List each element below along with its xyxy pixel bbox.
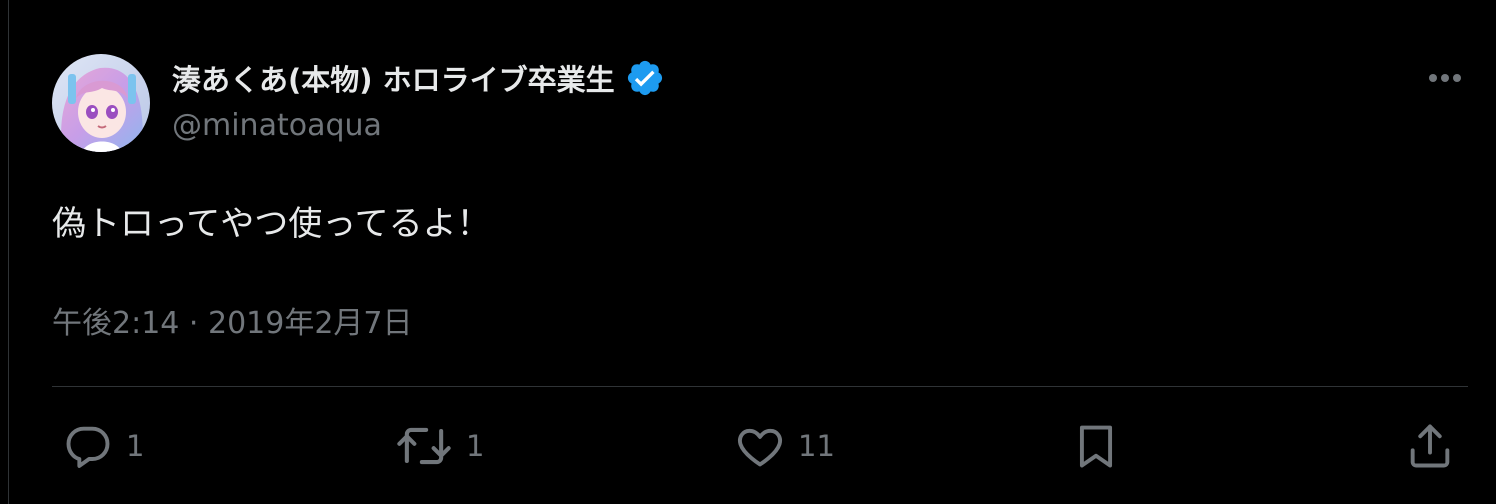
divider bbox=[52, 386, 1468, 387]
tweet-timestamp[interactable]: 午後2:14 · 2019年2月7日 bbox=[52, 298, 413, 342]
heart-icon bbox=[738, 428, 782, 467]
more-options-button[interactable] bbox=[1420, 58, 1470, 98]
more-options-icon bbox=[1429, 74, 1461, 82]
retweet-count: 1 bbox=[466, 429, 485, 463]
share-button[interactable] bbox=[1404, 418, 1456, 474]
like-count: 11 bbox=[798, 429, 835, 463]
tweet-text: 偽トロってやつ使ってるよ！ bbox=[52, 204, 491, 244]
verified-badge-icon bbox=[625, 58, 665, 98]
bookmark-button[interactable] bbox=[1070, 418, 1122, 474]
tweet-page: 湊あくあ(本物) ホロライブ卒業生 @minatoaqua 偽トロってやつ使って… bbox=[0, 0, 1496, 504]
retweet-icon bbox=[397, 427, 451, 465]
reply-count: 1 bbox=[126, 429, 145, 463]
avatar[interactable] bbox=[52, 54, 150, 152]
column-border bbox=[8, 0, 9, 504]
author-handle[interactable]: @minatoaqua bbox=[172, 108, 382, 143]
display-name[interactable]: 湊あくあ(本物) ホロライブ卒業生 bbox=[172, 57, 615, 99]
reply-icon bbox=[66, 426, 110, 468]
share-icon bbox=[1410, 424, 1450, 468]
like-button[interactable]: 11 bbox=[734, 418, 835, 474]
bookmark-icon bbox=[1079, 425, 1113, 468]
reply-button[interactable]: 1 bbox=[62, 418, 144, 474]
avatar-image bbox=[52, 54, 150, 152]
retweet-button[interactable]: 1 bbox=[394, 418, 484, 474]
author-name-row: 湊あくあ(本物) ホロライブ卒業生 bbox=[172, 56, 665, 100]
